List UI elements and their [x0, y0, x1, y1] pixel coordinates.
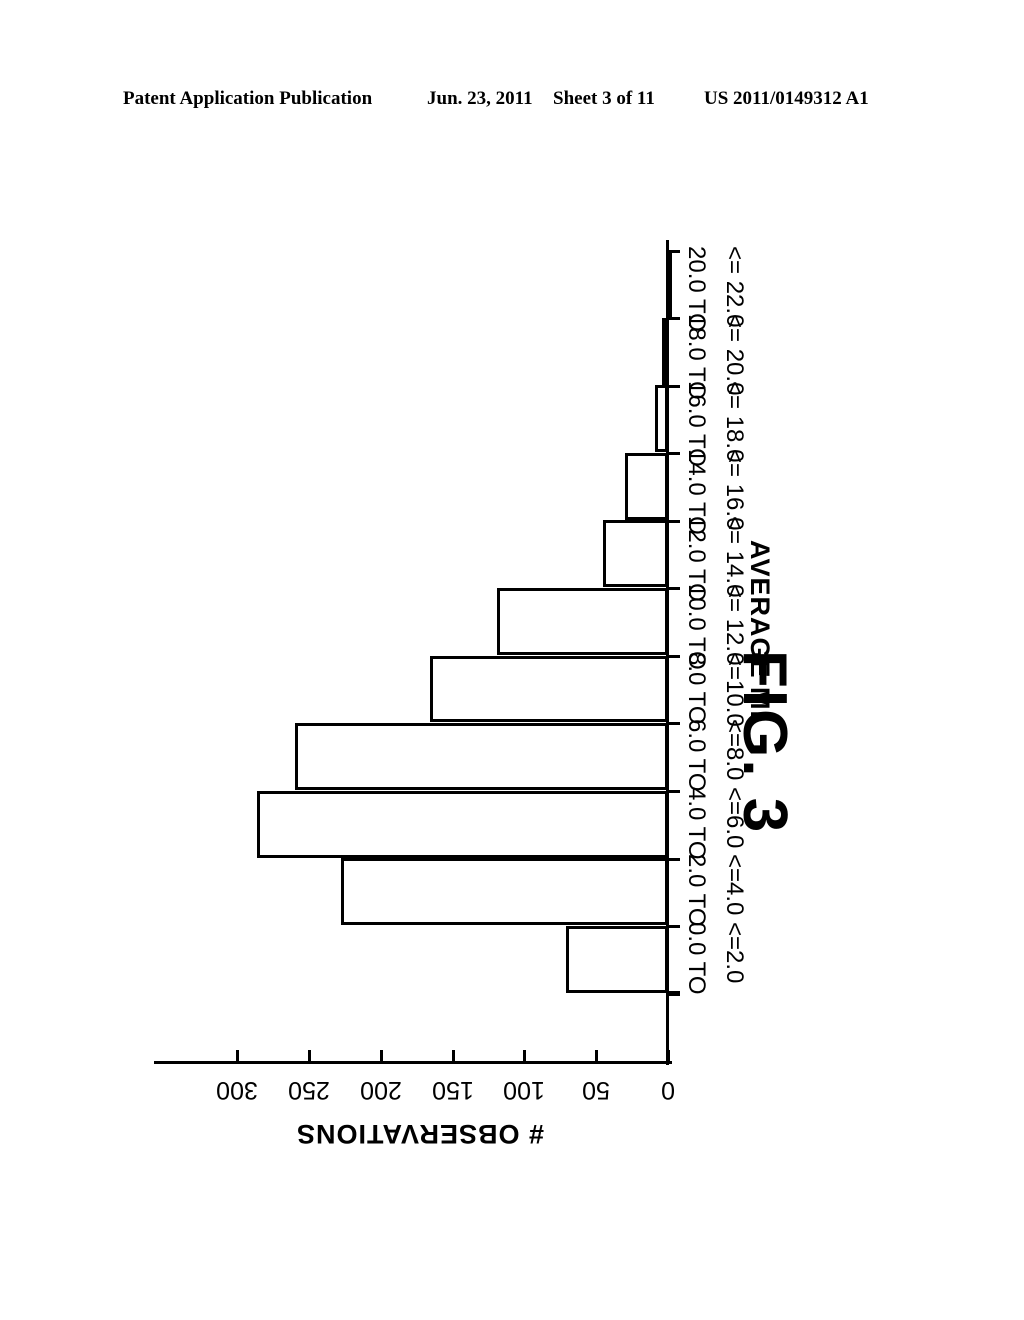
histogram-bar [497, 587, 668, 655]
histogram-bar [666, 250, 672, 318]
category-tick [669, 654, 680, 658]
value-tick-label: 300 [216, 1076, 259, 1104]
value-tick-label: 50 [582, 1076, 611, 1104]
histogram-bar [624, 452, 668, 520]
value-tick [667, 1050, 670, 1061]
value-tick [236, 1050, 240, 1061]
category-tick [669, 317, 680, 321]
value-tick-label: 100 [503, 1076, 546, 1104]
patent-figure: 0 50 100 150 200 250 300 0.0 TO <=2.0 2.0 TO <=4.… [0, 0, 1024, 1320]
value-tick [451, 1050, 455, 1061]
bin-label: 20.0 TO <= 22.0 [683, 246, 834, 332]
bin-label-line2: <= 22.0 [721, 246, 748, 328]
category-tick [669, 519, 680, 523]
histogram-bar [429, 655, 668, 723]
value-tick-label: 0 [661, 1076, 675, 1104]
value-tick [595, 1050, 599, 1061]
histogram-bar [340, 858, 668, 926]
figure-caption: FIG. 3 [730, 650, 799, 835]
category-tick [669, 991, 680, 994]
category-tick [669, 790, 680, 794]
category-tick [669, 925, 680, 929]
category-tick [669, 587, 680, 591]
histogram-bar [655, 385, 668, 453]
category-tick [669, 452, 680, 456]
category-tick [669, 857, 680, 861]
value-axis-line [154, 1061, 672, 1064]
histogram-bar [603, 520, 668, 588]
value-tick-label: 150 [431, 1076, 474, 1104]
value-axis-title: # OBSERVATIONS [295, 1119, 545, 1149]
histogram-bar [257, 790, 668, 858]
value-tick [308, 1050, 311, 1061]
value-tick-label: 200 [359, 1076, 402, 1104]
bin-label-line1: 20.0 TO [683, 246, 710, 332]
value-tick [523, 1050, 527, 1061]
histogram-bar [662, 317, 669, 385]
value-tick-label: 250 [288, 1076, 330, 1104]
value-tick [379, 1050, 383, 1061]
histogram-bar [294, 723, 668, 791]
histogram-plot: 0 50 100 150 200 250 300 0.0 TO <=2.0 2.0 TO <=4.… [0, 0, 1024, 1320]
category-tick [669, 722, 680, 726]
category-tick [669, 384, 680, 388]
histogram-bar [566, 925, 668, 993]
